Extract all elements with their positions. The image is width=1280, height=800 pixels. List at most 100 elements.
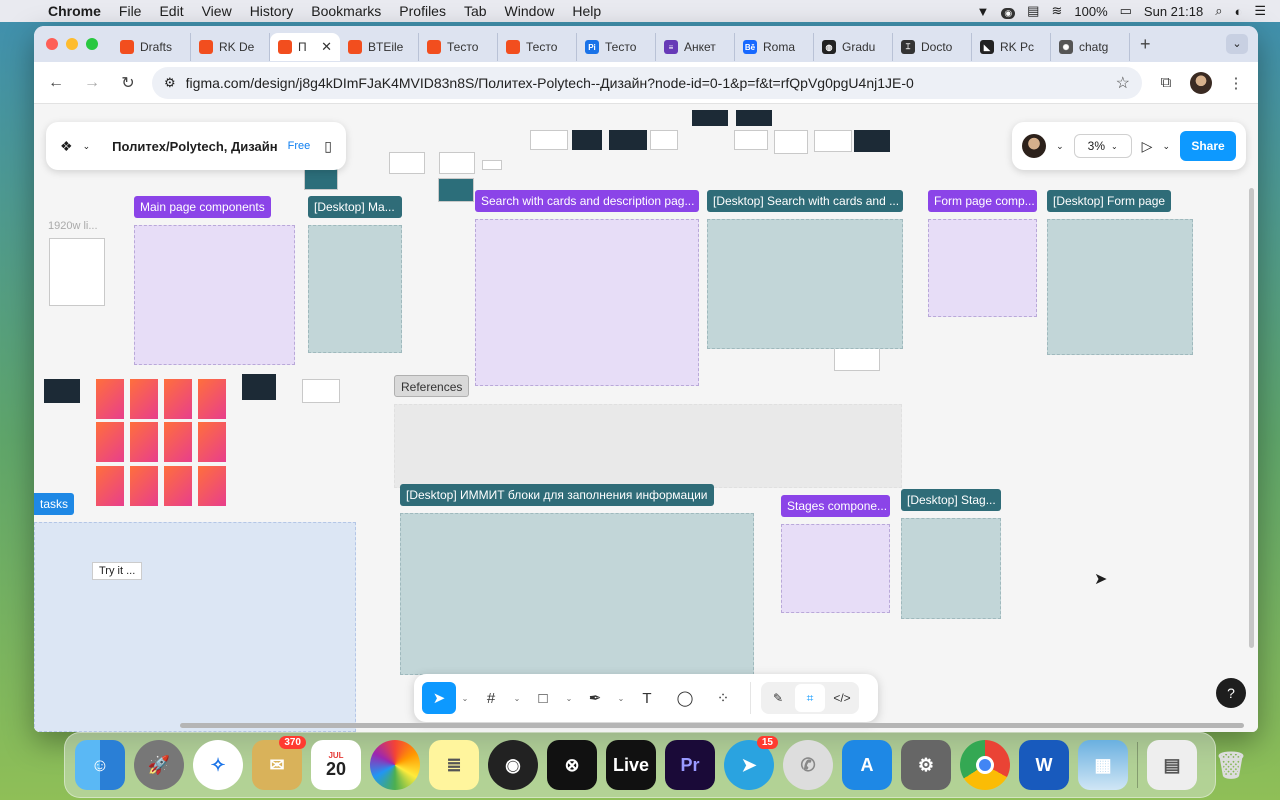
tab-test-1[interactable]: Тесто [419, 33, 498, 61]
actions-tool-icon[interactable]: ⁘ [706, 682, 740, 714]
extensions-icon[interactable]: ⧉ [1154, 74, 1178, 91]
label-form-page-components[interactable]: Form page comp... [928, 190, 1037, 212]
thumbnail-frame[interactable] [814, 130, 852, 152]
thumbnail-frame[interactable] [774, 130, 808, 154]
fullscreen-window-button[interactable] [86, 38, 98, 50]
dev-mode-icon[interactable]: </> [827, 684, 857, 712]
chevron-down-icon[interactable]: ⌄ [83, 141, 91, 152]
file-title[interactable]: Политех/Polytech, Дизайн [112, 139, 278, 154]
chevron-down-icon[interactable]: ⌄ [1162, 141, 1170, 152]
siri-icon[interactable]: ◐ [1234, 4, 1242, 19]
design-mode-icon[interactable]: ⌗ [795, 684, 825, 712]
vpn-icon[interactable]: ▼ [976, 4, 989, 19]
clock[interactable]: Sun 21:18 [1144, 4, 1203, 19]
thumbnail-frame[interactable] [736, 110, 772, 126]
preview-icon[interactable]: ▦ [1078, 740, 1128, 790]
control-center-icon[interactable]: ☰ [1254, 3, 1266, 19]
user-avatar[interactable] [1022, 134, 1047, 158]
finder-icon[interactable]: ☺ [75, 740, 125, 790]
comment-tool-icon[interactable]: ◯ [668, 682, 702, 714]
calendar-icon[interactable]: JUL 20 [311, 740, 361, 790]
spotlight-search-icon[interactable]: ⌕ [1215, 3, 1222, 19]
menu-help[interactable]: Help [563, 3, 610, 19]
thumbnail-frame[interactable] [439, 152, 475, 174]
mail-icon[interactable]: ✉ 370 [252, 736, 306, 790]
chevron-down-icon[interactable]: ⌄ [564, 694, 574, 703]
rectangle-tool-icon[interactable]: □ [526, 682, 560, 714]
present-play-icon[interactable]: ▷ [1142, 138, 1153, 155]
thumbnail-frame[interactable] [198, 422, 226, 462]
section-desktop-stages[interactable] [901, 518, 1001, 619]
thumbnail-frame[interactable] [130, 466, 158, 506]
new-tab-icon[interactable]: + [1130, 34, 1161, 55]
tab-polytech-active[interactable]: П ✕ [270, 33, 340, 61]
obs-icon[interactable]: ◉ [488, 740, 538, 790]
launchpad-icon[interactable]: 🚀 [134, 740, 184, 790]
label-desktop-immit[interactable]: [Desktop] ИММИТ блоки для заполнения инф… [400, 484, 714, 506]
label-stages-components[interactable]: Stages compone... [781, 495, 890, 517]
menu-app-chrome[interactable]: Chrome [44, 3, 110, 19]
draw-mode-icon[interactable]: ✎ [763, 684, 793, 712]
tab-docto[interactable]: ⌶ Docto [893, 33, 972, 61]
input-source-icon[interactable]: ▤ [1027, 3, 1039, 19]
site-info-icon[interactable]: ⚙ [164, 75, 176, 91]
minimize-window-button[interactable] [66, 38, 78, 50]
label-tasks[interactable]: tasks [34, 493, 75, 515]
address-bar[interactable]: ⚙ figma.com/design/j8g4kDImFJaK4MVID83n8… [152, 66, 1142, 99]
section-stages-components[interactable] [781, 524, 890, 613]
section-desktop-form[interactable] [1047, 219, 1193, 355]
thumbnail-frame[interactable] [692, 110, 728, 126]
trash-icon[interactable]: 🗑 [1206, 740, 1256, 790]
chevron-down-icon[interactable]: ⌄ [616, 694, 626, 703]
section-desktop-search-cards[interactable] [707, 219, 903, 349]
whatsapp-icon[interactable]: ✆ [783, 740, 833, 790]
figma-logo-icon[interactable]: ❖ [60, 138, 73, 155]
zoom-dropdown[interactable]: 3% ⌄ [1073, 134, 1132, 158]
share-button[interactable]: Share [1180, 131, 1236, 161]
plan-badge[interactable]: Free [288, 140, 311, 152]
help-button[interactable]: ? [1216, 678, 1246, 708]
wifi-icon[interactable]: ≋ [1051, 3, 1062, 19]
thumbnail-frame[interactable] [49, 238, 105, 306]
thumbnail-frame[interactable] [482, 160, 502, 170]
menu-file[interactable]: File [110, 3, 151, 19]
tab-drafts[interactable]: Drafts [112, 33, 191, 61]
thumbnail-frame[interactable] [164, 422, 192, 462]
close-window-button[interactable] [46, 38, 58, 50]
notifications-icon[interactable]: ◉ [1001, 4, 1016, 19]
thumbnail-frame[interactable] [198, 379, 226, 419]
word-icon[interactable]: W [1019, 740, 1069, 790]
thumbnail-frame[interactable] [130, 422, 158, 462]
more-menu-icon[interactable]: ⋮ [1224, 74, 1248, 92]
tab-rk-pc[interactable]: ◣ RK Pc [972, 33, 1051, 61]
app-store-icon[interactable]: A [842, 740, 892, 790]
section-desktop-immit[interactable] [400, 513, 754, 675]
label-desktop-stages[interactable]: [Desktop] Stag... [901, 489, 1001, 511]
label-search-cards[interactable]: Search with cards and description pag... [475, 190, 699, 212]
tab-survey[interactable]: ≡ Анкет [656, 33, 735, 61]
battery-icon[interactable]: ▭ [1120, 3, 1132, 19]
tab-search-chevron-icon[interactable]: ⌄ [1226, 34, 1248, 54]
system-settings-icon[interactable]: ⚙ [901, 740, 951, 790]
tab-gradu[interactable]: ◍ Gradu [814, 33, 893, 61]
thumbnail-frame[interactable] [164, 466, 192, 506]
thumbnail-frame[interactable] [242, 374, 276, 400]
chevron-down-icon[interactable]: ⌄ [460, 694, 470, 703]
close-tab-icon[interactable]: ✕ [321, 39, 332, 55]
tab-bteile[interactable]: BTEile [340, 33, 419, 61]
tab-roma[interactable]: Bē Roma [735, 33, 814, 61]
url-text[interactable]: figma.com/design/j8g4kDImFJaK4MVID83n8S/… [186, 75, 1106, 91]
section-search-cards[interactable] [475, 219, 699, 386]
thumbnail-frame[interactable] [438, 178, 474, 202]
section-main-page-components[interactable] [134, 225, 295, 365]
reload-icon[interactable]: ↻ [116, 73, 140, 93]
chevron-down-icon[interactable]: ⌄ [1056, 141, 1064, 152]
label-desktop-form[interactable]: [Desktop] Form page [1047, 190, 1172, 212]
section-references[interactable] [394, 404, 902, 488]
tab-rk-design[interactable]: RK De [191, 33, 270, 61]
tab-test-2[interactable]: Тесто [498, 33, 577, 61]
menu-bookmarks[interactable]: Bookmarks [302, 3, 390, 19]
menu-tab[interactable]: Tab [455, 3, 496, 19]
label-desktop-search-cards[interactable]: [Desktop] Search with cards and ... [707, 190, 903, 212]
thumbnail-frame[interactable] [96, 379, 124, 419]
